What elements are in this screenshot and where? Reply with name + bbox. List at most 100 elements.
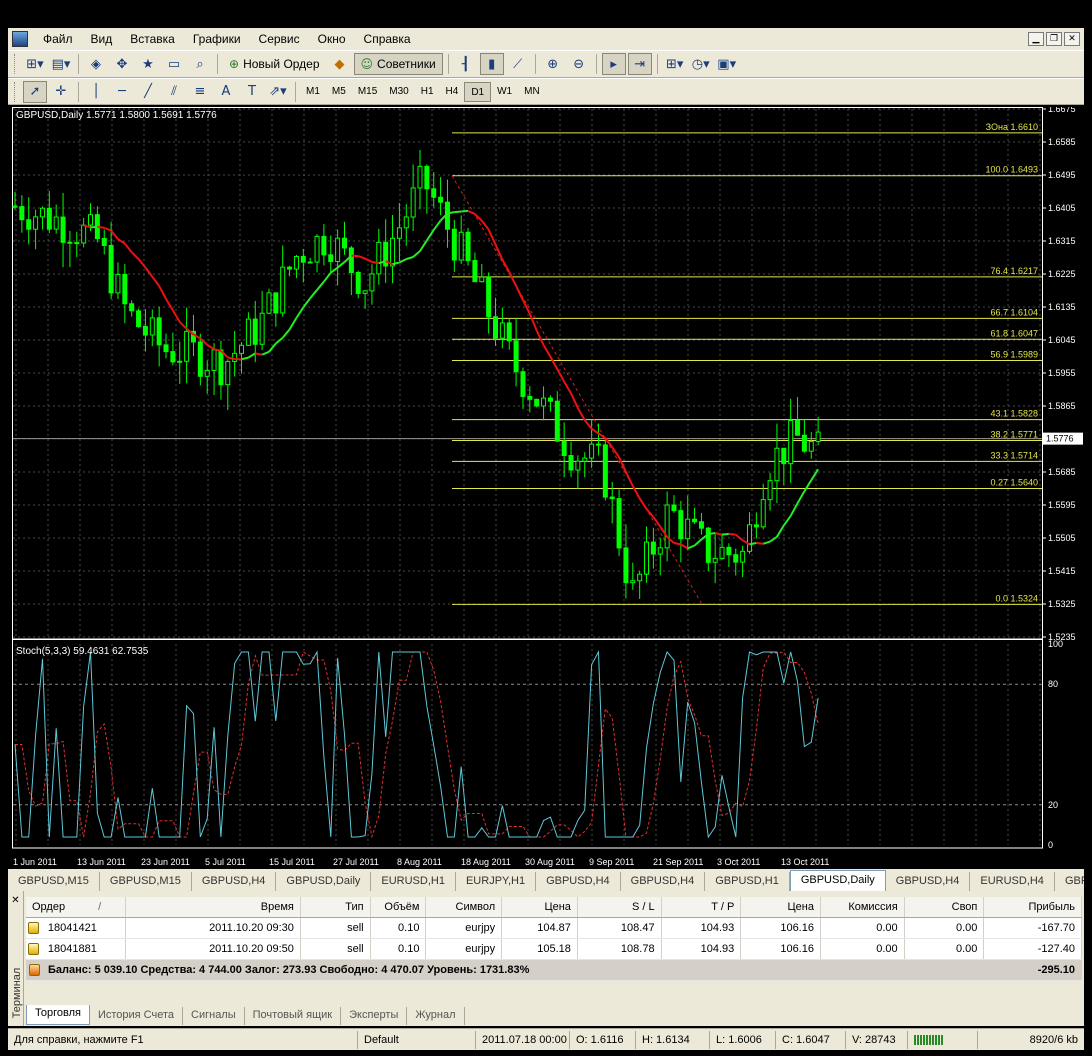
candle-body bbox=[376, 241, 382, 275]
text-label-icon[interactable]: T bbox=[240, 81, 264, 103]
chart-tab[interactable]: EURJPY,H1 bbox=[456, 872, 537, 891]
chart-tab[interactable]: GBPUSD,H4 bbox=[886, 872, 971, 891]
menu-charts[interactable]: Графики bbox=[184, 32, 250, 46]
new-chart-icon[interactable]: ⊞▾ bbox=[23, 53, 47, 75]
toolbar-grip[interactable] bbox=[14, 54, 18, 74]
templates-icon[interactable]: ▣▾ bbox=[715, 53, 739, 75]
periodicity-icon[interactable]: ◷▾ bbox=[689, 53, 713, 75]
menu-help[interactable]: Справка bbox=[355, 32, 420, 46]
timeframe-d1[interactable]: D1 bbox=[464, 81, 492, 102]
timeframe-m30[interactable]: M30 bbox=[383, 82, 414, 102]
experts-button[interactable]: ☺ Советники bbox=[353, 53, 443, 75]
col-commission[interactable]: Комиссия bbox=[821, 897, 905, 917]
chart-window[interactable]: ЗОна 1.6610 100.0 1.6493 76.4 1.6217 66.7 1… bbox=[12, 104, 1084, 869]
indicators-icon[interactable]: ⊞▾ bbox=[663, 53, 687, 75]
col-price[interactable]: Цена bbox=[502, 897, 578, 917]
trendline-icon[interactable]: ╱ bbox=[136, 81, 160, 103]
menu-view[interactable]: Вид bbox=[82, 32, 122, 46]
status-help: Для справки, нажмите F1 bbox=[8, 1030, 358, 1049]
chart-tab[interactable]: GBPUSD,H1 bbox=[705, 872, 790, 891]
fibonacci-icon[interactable]: ≡ bbox=[188, 81, 212, 103]
col-symbol[interactable]: Символ bbox=[426, 897, 503, 917]
chart-tab[interactable]: GBPUSD,H4 bbox=[536, 872, 621, 891]
table-row[interactable]: 18041421 2011.10.20 09:30 sell 0.10 eurj… bbox=[26, 918, 1082, 939]
chart-tab[interactable]: GBPUSD,M15 bbox=[8, 872, 100, 891]
close-terminal-icon[interactable]: ✕ bbox=[8, 895, 23, 906]
navigator-icon[interactable]: ★ bbox=[136, 53, 160, 75]
timeframe-h4[interactable]: H4 bbox=[440, 82, 465, 102]
col-type[interactable]: Тип bbox=[301, 897, 371, 917]
bar-chart-icon[interactable]: ┨ bbox=[454, 53, 478, 75]
chart-shift-icon[interactable]: ⇥ bbox=[627, 53, 652, 75]
chart-window-icon[interactable] bbox=[12, 31, 28, 47]
timeframe-h1[interactable]: H1 bbox=[415, 82, 440, 102]
market-watch-icon[interactable]: ◈ bbox=[84, 53, 108, 75]
moving-average-segment bbox=[103, 226, 112, 232]
auto-scroll-icon[interactable]: ▸ bbox=[601, 53, 626, 75]
arrows-icon[interactable]: ⇗▾ bbox=[266, 81, 290, 103]
col-sl[interactable]: S / L bbox=[578, 897, 662, 917]
timeframe-mn[interactable]: MN bbox=[518, 82, 546, 102]
col-order[interactable]: Ордер / bbox=[26, 897, 126, 917]
chart-tab[interactable]: EURUSD,H1 bbox=[371, 872, 456, 891]
timeframe-m1[interactable]: M1 bbox=[300, 82, 326, 102]
candle-body bbox=[362, 290, 368, 294]
profiles-icon[interactable]: ▤▾ bbox=[49, 53, 73, 75]
chart-tab[interactable]: GBPUSD,M15 bbox=[100, 872, 192, 891]
terminal-icon[interactable]: ▭ bbox=[162, 53, 186, 75]
separator bbox=[78, 81, 79, 102]
data-window-icon[interactable]: ✥ bbox=[110, 53, 134, 75]
col-tp[interactable]: T / P bbox=[662, 897, 742, 917]
menu-insert[interactable]: Вставка bbox=[121, 32, 184, 46]
tab-trade[interactable]: Торговля bbox=[26, 1005, 90, 1025]
col-current-price[interactable]: Цена bbox=[741, 897, 821, 917]
menu-window[interactable]: Окно bbox=[309, 32, 355, 46]
horizontal-line-icon[interactable]: ─ bbox=[110, 81, 134, 103]
col-swap[interactable]: Своп bbox=[905, 897, 985, 917]
metaeditor-icon[interactable]: ◆ bbox=[328, 53, 352, 75]
chart-tab[interactable]: GBPUSD,Daily bbox=[276, 872, 372, 891]
chart-header: GBPUSD,Daily 1.5771 1.5800 1.5691 1.5776 bbox=[16, 110, 217, 121]
chart-tab[interactable]: GBPUSD,H4 bbox=[621, 872, 706, 891]
chart-tab[interactable]: GBPUSD,H4 bbox=[192, 872, 277, 891]
col-time[interactable]: Время bbox=[126, 897, 301, 917]
toolbar-grip[interactable] bbox=[14, 81, 18, 102]
timeframe-w1[interactable]: W1 bbox=[491, 82, 518, 102]
table-row[interactable]: 18041881 2011.10.20 09:50 sell 0.10 eurj… bbox=[26, 939, 1082, 960]
tab-signals[interactable]: Сигналы bbox=[183, 1007, 245, 1025]
text-icon[interactable]: A bbox=[214, 81, 238, 103]
line-chart-icon[interactable]: ⟋ bbox=[506, 53, 530, 75]
zoom-in-icon[interactable]: ⊕ bbox=[541, 53, 565, 75]
tab-experts[interactable]: Эксперты bbox=[341, 1007, 408, 1025]
cursor-icon[interactable]: ➚ bbox=[23, 80, 47, 103]
menu-tools[interactable]: Сервис bbox=[250, 32, 309, 46]
candle-body bbox=[733, 554, 739, 563]
restore-icon[interactable]: ❐ bbox=[1046, 32, 1062, 46]
price-chart[interactable]: ЗОна 1.6610 100.0 1.6493 76.4 1.6217 66.7 1… bbox=[12, 104, 1084, 869]
status-profile[interactable]: Default bbox=[358, 1030, 476, 1049]
timeframe-m15[interactable]: M15 bbox=[352, 82, 383, 102]
col-profit[interactable]: Прибыль bbox=[984, 897, 1082, 917]
timeframe-m5[interactable]: M5 bbox=[326, 82, 352, 102]
equidistant-channel-icon[interactable]: ⫽ bbox=[162, 81, 186, 103]
chart-tab[interactable]: GBPUSD,I bbox=[1055, 872, 1084, 891]
chart-tab[interactable]: GBPUSD,Daily bbox=[789, 870, 886, 891]
tab-account-history[interactable]: История Счета bbox=[90, 1007, 184, 1025]
menu-file[interactable]: Файл bbox=[34, 32, 82, 46]
crosshair-icon[interactable]: ✛ bbox=[49, 81, 73, 103]
candle-body bbox=[815, 431, 821, 443]
close-icon[interactable]: ✕ bbox=[1064, 32, 1080, 46]
candlestick-icon[interactable]: ▮ bbox=[479, 53, 504, 75]
tab-mailbox[interactable]: Почтовый ящик bbox=[245, 1007, 342, 1025]
tab-journal[interactable]: Журнал bbox=[407, 1007, 465, 1025]
minimize-icon[interactable]: ▁ bbox=[1028, 32, 1044, 46]
col-volume[interactable]: Объём bbox=[371, 897, 427, 917]
strategy-tester-icon[interactable]: ⌕ bbox=[188, 53, 212, 75]
vertical-line-icon[interactable]: │ bbox=[84, 81, 108, 103]
candle-body bbox=[465, 231, 471, 262]
price-label: 1.6135 bbox=[1048, 302, 1076, 312]
zoom-out-icon[interactable]: ⊖ bbox=[567, 53, 591, 75]
stoch-axis-label: 0 bbox=[1048, 840, 1053, 850]
new-order-button[interactable]: ⊕ Новый Ордер bbox=[223, 53, 326, 75]
chart-tab[interactable]: EURUSD,H4 bbox=[970, 872, 1055, 891]
